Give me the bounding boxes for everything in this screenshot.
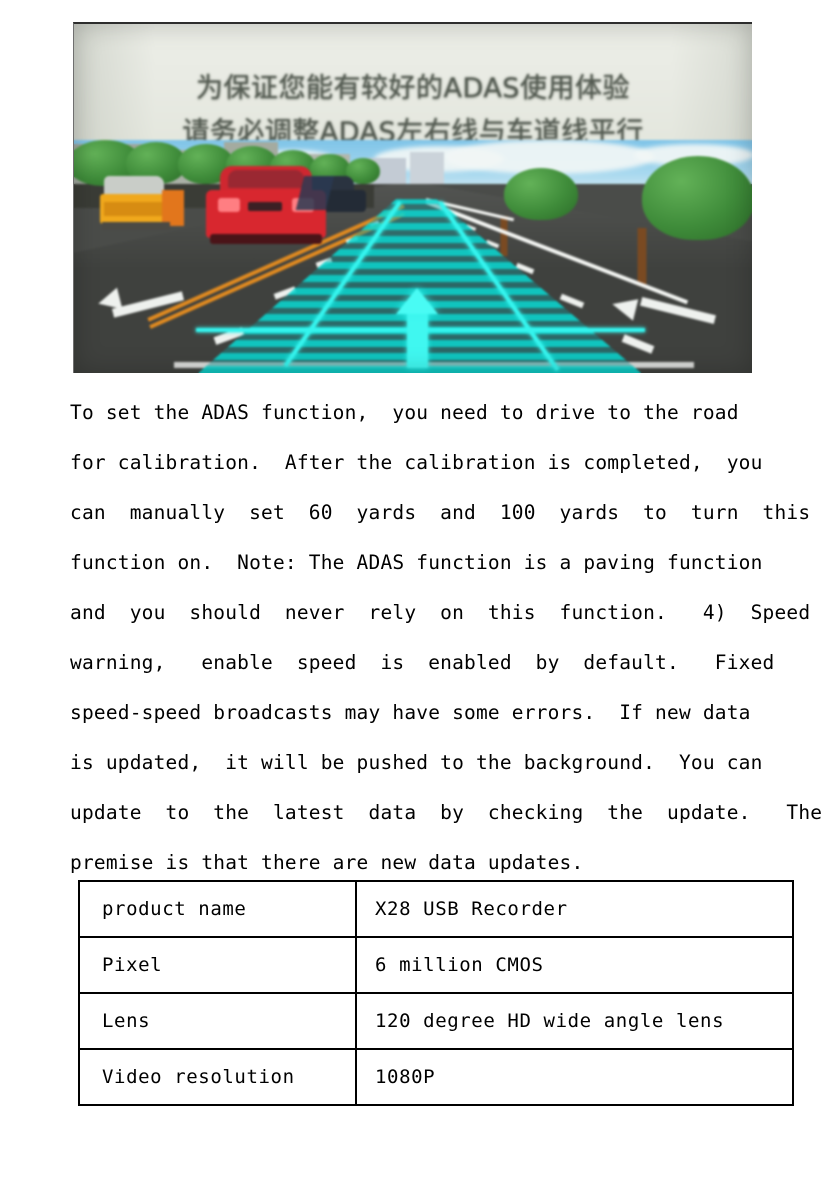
spec-key: Video resolution xyxy=(78,1048,357,1106)
paragraph-line: can manually set 60 yards and 100 yards … xyxy=(70,501,811,524)
adas-calibration-figure: 为保证您能有较好的ADAS使用体验 请务必调整ADAS左右线与车道线平行 xyxy=(73,22,752,373)
product-specification-table: product name X28 USB Recorder Pixel 6 mi… xyxy=(78,880,794,1106)
table-row: product name X28 USB Recorder xyxy=(78,880,794,938)
spec-key: Pixel xyxy=(78,936,357,994)
paragraph-line: warning, enable speed is enabled by defa… xyxy=(70,651,775,674)
spec-value: 120 degree HD wide angle lens xyxy=(355,992,794,1050)
paragraph-line: is updated, it will be pushed to the bac… xyxy=(70,751,763,774)
paragraph-line: function on. Note: The ADAS function is … xyxy=(70,551,763,574)
table-row: Lens 120 degree HD wide angle lens xyxy=(78,992,794,1050)
figure-banner-line-1: 为保证您能有较好的ADAS使用体验 xyxy=(196,73,630,104)
spec-value: 1080P xyxy=(355,1048,794,1106)
road-scene xyxy=(74,140,752,373)
paragraph-line: speed-speed broadcasts may have some err… xyxy=(70,701,751,724)
building xyxy=(410,152,444,188)
figure-instruction-banner: 为保证您能有较好的ADAS使用体验 请务必调整ADAS左右线与车道线平行 xyxy=(74,24,752,148)
table-row: Video resolution 1080P xyxy=(78,1048,794,1106)
adas-direction-arrow-head xyxy=(396,288,438,314)
spec-value: X28 USB Recorder xyxy=(355,880,794,938)
document-page: 为保证您能有较好的ADAS使用体验 请务必调整ADAS左右线与车道线平行 To … xyxy=(0,0,827,1182)
yellow-truck xyxy=(98,176,184,236)
spec-key: product name xyxy=(78,880,357,938)
paragraph-line: update to the latest data by checking th… xyxy=(70,801,823,824)
paragraph-line: To set the ADAS function, you need to dr… xyxy=(70,401,739,424)
adas-direction-arrow-shaft xyxy=(407,312,428,368)
table-row: Pixel 6 million CMOS xyxy=(78,936,794,994)
red-car xyxy=(204,166,335,248)
spec-value: 6 million CMOS xyxy=(355,936,794,994)
paragraph-line: and you should never rely on this functi… xyxy=(70,601,811,624)
body-paragraph: To set the ADAS function, you need to dr… xyxy=(70,388,823,888)
spec-key: Lens xyxy=(78,992,357,1050)
paragraph-line: for calibration. After the calibration i… xyxy=(70,451,763,474)
